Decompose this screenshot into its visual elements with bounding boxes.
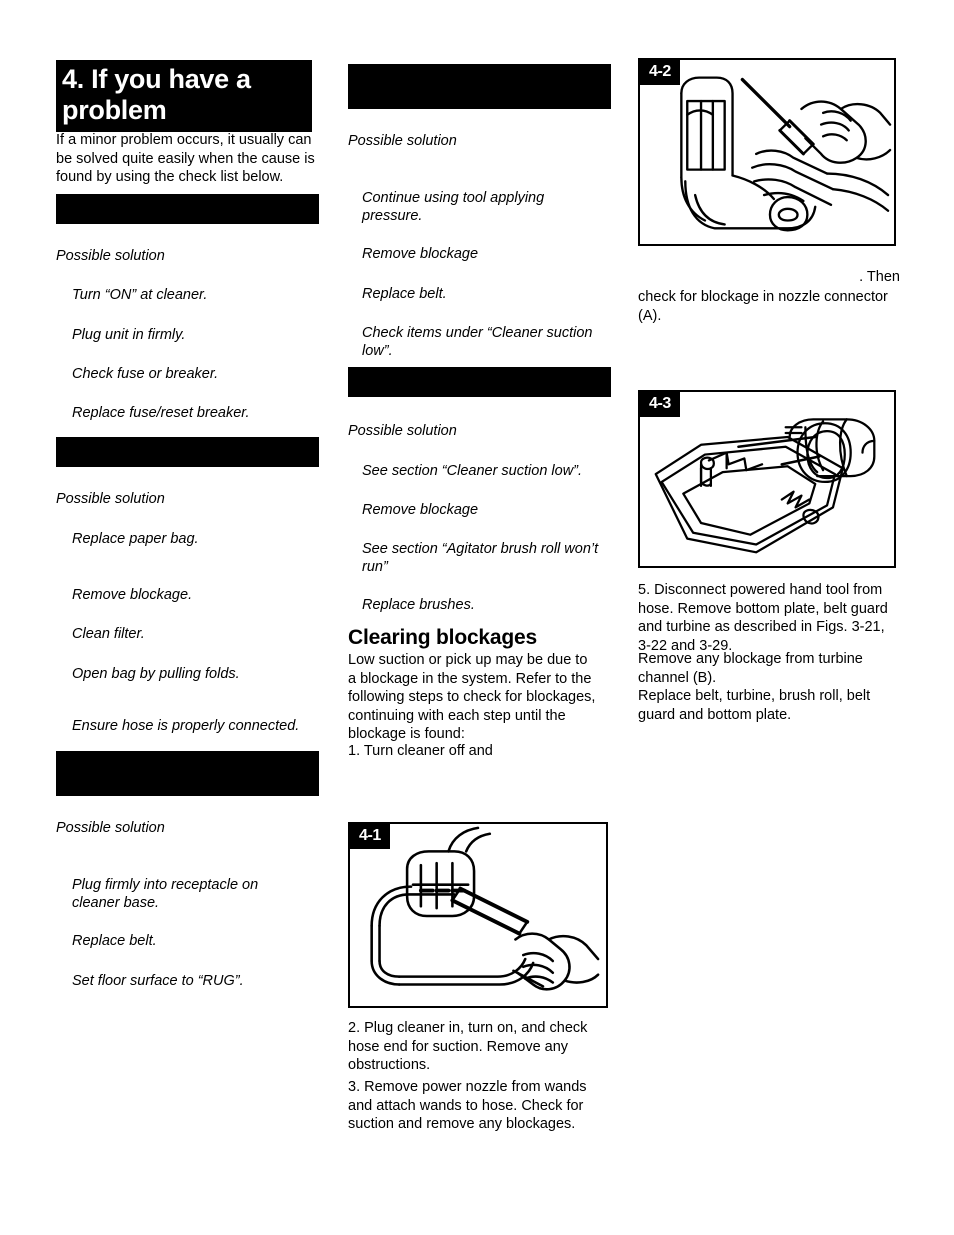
- figure-4-3-caption-step5c: Replace belt, turbine, brush roll, belt …: [638, 688, 871, 723]
- figure-4-3-caption-step5: 5. Disconnect powered hand tool from hos…: [638, 582, 888, 654]
- solution-item: Remove blockage: [362, 502, 479, 518]
- solution-item: Check items under “Cleaner suction low”.: [362, 325, 593, 359]
- section-header-redacted-5: [348, 367, 611, 397]
- page-title: 4. If you have a problem: [56, 60, 312, 132]
- solution-item: Remove blockage: [362, 246, 479, 262]
- clearing-blockages-body: Low suction or pick up may be due to a b…: [348, 652, 596, 742]
- figure-4-1-caption-step2: 2. Plug cleaner in, turn on, and check h…: [348, 1020, 588, 1073]
- solution-item: Replace belt.: [362, 286, 447, 302]
- possible-solution-label-4: Possible solution: [348, 133, 457, 149]
- possible-solution-label-2: Possible solution: [56, 491, 165, 507]
- solution-item: Continue using tool applying pressure.: [362, 190, 545, 224]
- figure-4-3-caption-step5b: Remove any blockage from turbine channel…: [638, 651, 863, 686]
- solution-item: Turn “ON” at cleaner.: [72, 287, 208, 303]
- possible-solution-label-1: Possible solution: [56, 248, 165, 264]
- solution-item: Check fuse or breaker.: [72, 366, 219, 382]
- solution-item: Set floor surface to “RUG”.: [72, 973, 244, 989]
- figure-4-3-label: 4-3: [640, 392, 680, 417]
- section-header-redacted-3: [56, 751, 319, 796]
- section-header-redacted-2: [56, 437, 319, 467]
- figure-4-1-caption-step3: 3. Remove power nozzle from wands and at…: [348, 1079, 587, 1132]
- solution-item: Replace paper bag.: [72, 531, 199, 547]
- solution-item: See section “Cleaner suction low”.: [362, 463, 583, 479]
- solution-item: Plug unit in firmly.: [72, 327, 186, 343]
- solution-item: Replace brushes.: [362, 597, 475, 613]
- figure-4-1-label: 4-1: [350, 824, 390, 849]
- solution-item: Ensure hose is properly connected.: [72, 718, 300, 734]
- manual-page: 4. If you have a problem If a minor prob…: [0, 0, 954, 1235]
- intro-paragraph: If a minor problem occurs, it usually ca…: [56, 132, 315, 185]
- solution-item: Clean filter.: [72, 626, 145, 642]
- figure-4-2-label: 4-2: [640, 60, 680, 85]
- solution-item: Replace belt.: [72, 933, 157, 949]
- figure-4-1: 4-1: [348, 822, 608, 1008]
- figure-4-3: 4-3: [638, 390, 896, 568]
- section-header-redacted-4: [348, 64, 611, 109]
- possible-solution-label-3: Possible solution: [56, 820, 165, 836]
- power-nozzle-turbine-channel-illustration: [640, 392, 894, 566]
- figure-4-2-caption-line1: . Then: [859, 269, 900, 285]
- solution-item: Plug firmly into receptacle on cleaner b…: [72, 877, 259, 911]
- solution-item: Remove blockage.: [72, 587, 193, 603]
- possible-solution-label-5: Possible solution: [348, 423, 457, 439]
- solution-item: See section “Agitator brush roll won’t r…: [362, 541, 599, 575]
- figure-4-2-caption-line2: check for blockage in nozzle connector (…: [638, 289, 888, 324]
- solution-item: Replace fuse/reset breaker.: [72, 405, 250, 421]
- vacuum-hose-handle-illustration: [350, 824, 606, 1006]
- figure-4-2: 4-2: [638, 58, 896, 246]
- clearing-blockages-step-1: 1. Turn cleaner off and: [348, 743, 493, 759]
- solution-item: Open bag by pulling folds.: [72, 666, 240, 682]
- clearing-blockages-heading: Clearing blockages: [348, 626, 537, 649]
- cleaner-nozzle-connector-illustration: [640, 60, 894, 244]
- section-header-redacted-1: [56, 194, 319, 224]
